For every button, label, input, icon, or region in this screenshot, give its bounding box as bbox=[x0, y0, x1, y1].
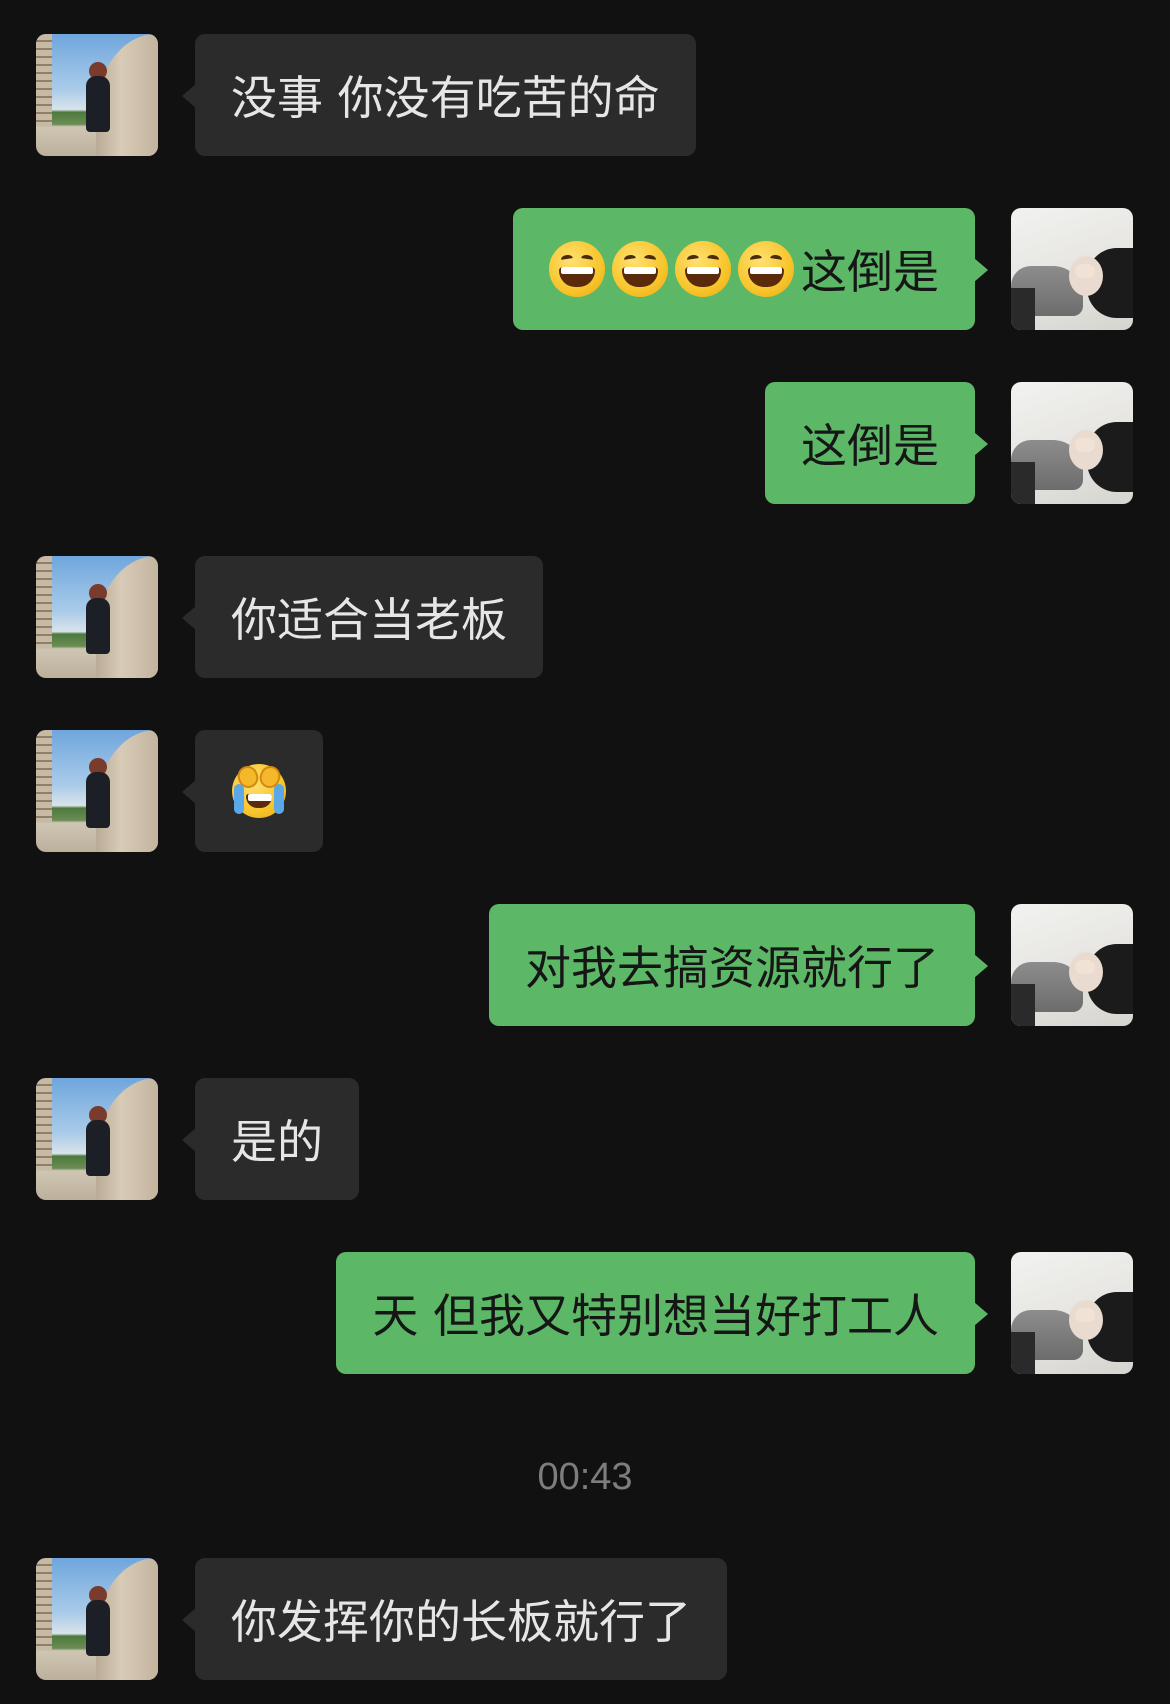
message-text: 没事 你没有吃苦的命 bbox=[231, 71, 660, 125]
contact-avatar[interactable] bbox=[36, 556, 158, 678]
incoming-message-bubble[interactable]: 没事 你没有吃苦的命 bbox=[182, 34, 696, 156]
grinning-face-icon bbox=[675, 241, 731, 297]
grinning-face-icon bbox=[549, 241, 605, 297]
message-text: 这倒是 bbox=[801, 245, 939, 299]
incoming-message-bubble[interactable] bbox=[182, 730, 323, 852]
message-row-incoming: 你适合当老板 bbox=[0, 556, 1170, 680]
contact-avatar[interactable] bbox=[36, 1558, 158, 1680]
contact-avatar[interactable] bbox=[36, 1078, 158, 1200]
message-row-outgoing: 这倒是 bbox=[0, 208, 1170, 332]
message-text: 你发挥你的长板就行了 bbox=[231, 1595, 691, 1649]
message-row-outgoing: 天 但我又特别想当好打工人 bbox=[0, 1252, 1170, 1376]
my-avatar[interactable] bbox=[1011, 382, 1133, 504]
incoming-message-bubble[interactable]: 你发挥你的长板就行了 bbox=[182, 1558, 727, 1680]
message-text: 对我去搞资源就行了 bbox=[525, 941, 939, 995]
outgoing-message-bubble[interactable]: 这倒是 bbox=[765, 382, 988, 504]
message-timestamp: 00:43 bbox=[537, 1456, 633, 1498]
outgoing-message-bubble[interactable]: 这倒是 bbox=[513, 208, 988, 330]
outgoing-message-bubble[interactable]: 对我去搞资源就行了 bbox=[489, 904, 988, 1026]
contact-avatar[interactable] bbox=[36, 34, 158, 156]
message-text: 天 但我又特别想当好打工人 bbox=[372, 1289, 939, 1343]
message-row-outgoing: 这倒是 bbox=[0, 382, 1170, 506]
message-row-incoming: 你发挥你的长板就行了 bbox=[0, 1558, 1170, 1682]
message-text: 这倒是 bbox=[801, 419, 939, 473]
chat-area[interactable]: 没事 你没有吃苦的命 这倒是 这倒是 你适合当老板 对我去搞资源就行了 是的 天… bbox=[0, 0, 1170, 1704]
message-row-outgoing: 对我去搞资源就行了 bbox=[0, 904, 1170, 1028]
incoming-message-bubble[interactable]: 你适合当老板 bbox=[182, 556, 543, 678]
my-avatar[interactable] bbox=[1011, 1252, 1133, 1374]
grinning-face-icon bbox=[612, 241, 668, 297]
outgoing-message-bubble[interactable]: 天 但我又特别想当好打工人 bbox=[336, 1252, 988, 1374]
loudly-crying-face-icon bbox=[232, 763, 286, 818]
grinning-face-icon bbox=[738, 241, 794, 297]
message-text: 是的 bbox=[231, 1115, 323, 1169]
my-avatar[interactable] bbox=[1011, 208, 1133, 330]
contact-avatar[interactable] bbox=[36, 730, 158, 852]
message-text: 你适合当老板 bbox=[231, 593, 507, 647]
incoming-message-bubble[interactable]: 是的 bbox=[182, 1078, 359, 1200]
message-row-incoming: 没事 你没有吃苦的命 bbox=[0, 34, 1170, 158]
message-row-incoming bbox=[0, 730, 1170, 854]
my-avatar[interactable] bbox=[1011, 904, 1133, 1026]
message-row-incoming: 是的 bbox=[0, 1078, 1170, 1202]
